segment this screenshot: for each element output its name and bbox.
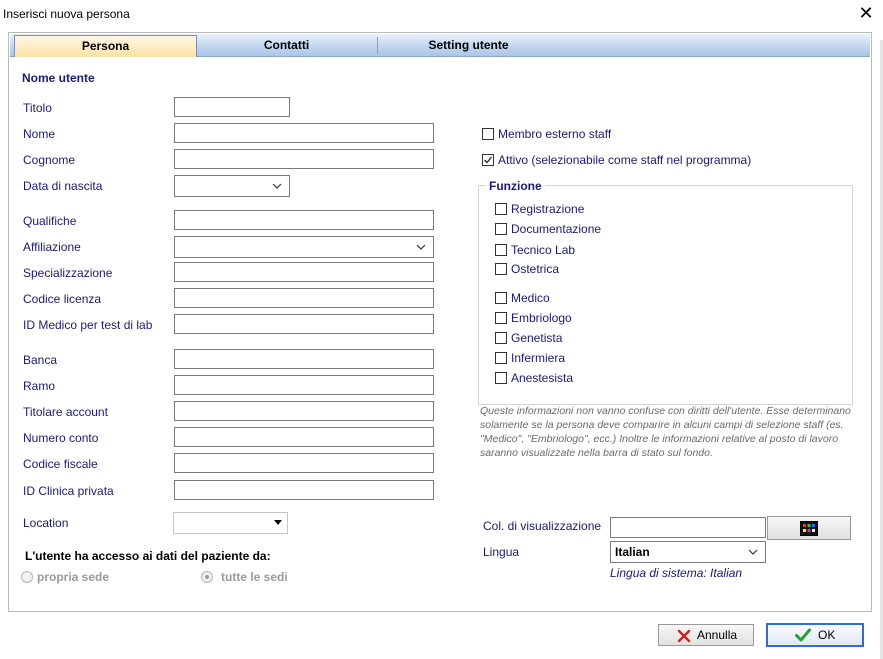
label-ramo: Ramo [23, 379, 56, 393]
radio-label-tutte-le-sedi: tutte le sedi [221, 570, 288, 584]
attivo-label: Attivo (selezionabile come staff nel pro… [498, 153, 752, 167]
col-visualizzazione-field[interactable] [610, 517, 766, 538]
id-clinica-field[interactable] [174, 480, 434, 500]
radio-label-propria-sede: propria sede [37, 570, 110, 584]
checkmark-icon [484, 156, 493, 164]
color-palette-icon [800, 521, 818, 536]
funzione-title: Funzione [486, 179, 545, 193]
label-nome: Nome [23, 127, 56, 141]
tab-persona[interactable]: Persona [14, 35, 197, 57]
lingua-value: Italian [615, 545, 650, 559]
codice-fiscale-field[interactable] [174, 453, 434, 473]
numero-conto-field[interactable] [174, 427, 434, 447]
ok-button[interactable]: OK [766, 623, 864, 647]
label-infermiera: Infermiera [511, 351, 566, 365]
close-icon[interactable]: ✕ [855, 2, 877, 24]
annulla-button[interactable]: Annulla [658, 624, 754, 646]
label-numero-conto: Numero conto [23, 431, 99, 445]
label-lingua: Lingua [483, 545, 520, 559]
tab-contatti[interactable]: Contatti [196, 35, 377, 55]
checkbox-tecnico-lab[interactable] [495, 244, 507, 256]
lingua-select[interactable]: Italian [610, 541, 766, 563]
label-ostetrica: Ostetrica [511, 262, 560, 276]
checkbox-documentazione[interactable] [495, 223, 507, 235]
membro-esterno-checkbox[interactable] [482, 128, 494, 140]
checkbox-infermiera[interactable] [495, 352, 507, 364]
label-id-medico: ID Medico per test di lab [23, 318, 153, 332]
color-picker-button[interactable] [767, 516, 851, 540]
checkbox-medico[interactable] [495, 292, 507, 304]
cancel-x-icon [677, 629, 691, 643]
radio-dot [205, 575, 209, 579]
info-note: Queste informazioni non vanno confuse co… [480, 405, 851, 459]
checkbox-registrazione[interactable] [495, 203, 507, 215]
membro-esterno-label: Membro esterno staff [498, 127, 612, 141]
checkbox-anestesista[interactable] [495, 372, 507, 384]
label-genetista: Genetista [511, 331, 563, 345]
chevron-down-icon [272, 183, 282, 189]
titolo-field[interactable] [174, 97, 290, 117]
annulla-label: Annulla [697, 628, 738, 642]
ok-label: OK [818, 628, 836, 642]
label-banca: Banca [23, 353, 58, 367]
label-affiliazione: Affiliazione [23, 240, 81, 254]
qualifiche-field[interactable] [174, 210, 434, 230]
window-title: Inserisci nuova persona [3, 7, 130, 21]
affiliazione-select[interactable] [174, 236, 434, 258]
titolare-field[interactable] [174, 401, 434, 421]
label-codice-fiscale: Codice fiscale [23, 457, 98, 471]
label-codice-licenza: Codice licenza [23, 292, 102, 306]
banca-field[interactable] [174, 349, 434, 369]
specializzazione-field[interactable] [174, 262, 434, 282]
dropdown-arrow-icon [274, 520, 282, 525]
label-documentazione: Documentazione [511, 222, 602, 236]
ramo-field[interactable] [174, 375, 434, 395]
label-embriologo: Embriologo [511, 311, 572, 325]
chevron-down-icon [748, 549, 758, 555]
label-medico: Medico [511, 291, 550, 305]
label-titolare: Titolare account [23, 405, 108, 419]
section-title: Nome utente [22, 71, 95, 85]
data-nascita-picker[interactable] [174, 175, 290, 197]
label-data-nascita: Data di nascita [23, 179, 103, 193]
label-id-clinica: ID Clinica privata [23, 484, 114, 498]
label-anestesista: Anestesista [511, 371, 574, 385]
checkbox-ostetrica[interactable] [495, 263, 507, 275]
tab-setting-utente[interactable]: Setting utente [378, 35, 559, 55]
label-cognome: Cognome [23, 153, 76, 167]
checkmark-icon [795, 628, 811, 642]
label-tecnico-lab: Tecnico Lab [511, 243, 576, 257]
chevron-down-icon [416, 244, 426, 250]
label-specializzazione: Specializzazione [23, 266, 113, 280]
label-registrazione: Registrazione [511, 202, 585, 216]
label-titolo: Titolo [23, 101, 52, 115]
title-bar: Inserisci nuova persona ✕ [0, 0, 883, 28]
attivo-checkbox[interactable] [482, 154, 494, 166]
label-qualifiche: Qualifiche [23, 214, 77, 228]
codice-licenza-field[interactable] [174, 288, 434, 308]
label-col-visualizzazione: Col. di visualizzazione [483, 519, 602, 533]
checkbox-embriologo[interactable] [495, 312, 507, 324]
location-select[interactable] [173, 512, 288, 534]
nome-field[interactable] [174, 123, 434, 143]
lingua-sistema: Lingua di sistema: Italian [610, 566, 743, 580]
cognome-field[interactable] [174, 149, 434, 169]
id-medico-field[interactable] [174, 314, 434, 334]
radio-tutte-le-sedi[interactable] [201, 571, 213, 583]
label-location: Location [23, 516, 69, 530]
checkbox-genetista[interactable] [495, 332, 507, 344]
access-title: L'utente ha accesso ai dati del paziente… [25, 549, 271, 563]
radio-propria-sede[interactable] [21, 571, 33, 583]
